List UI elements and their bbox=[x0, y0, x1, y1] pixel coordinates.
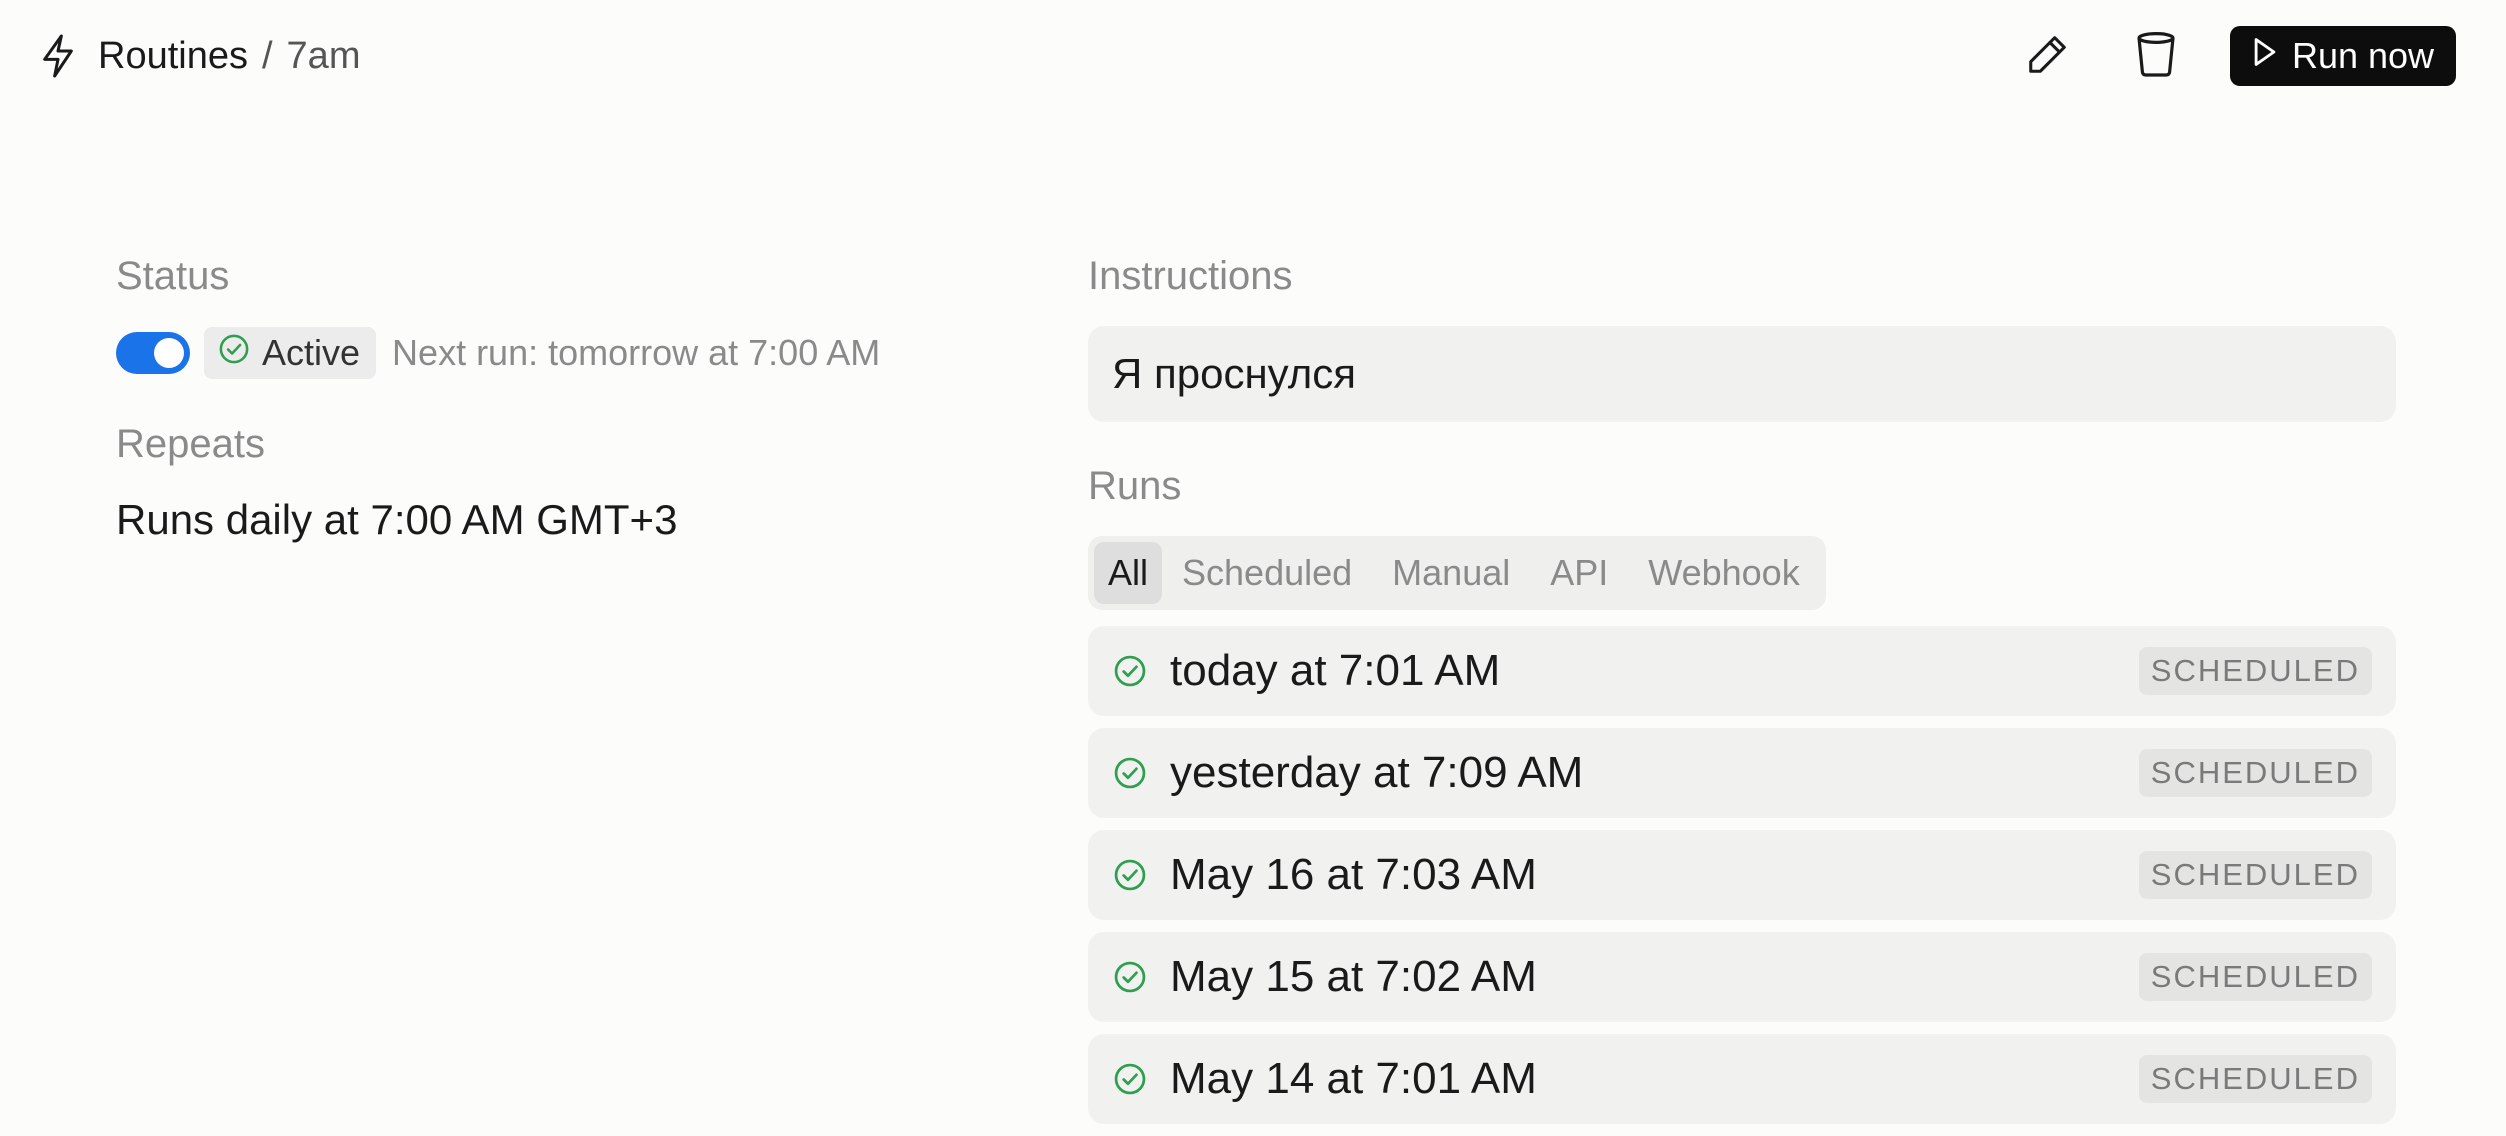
toggle-knob bbox=[154, 338, 184, 368]
breadcrumb-separator: / bbox=[261, 34, 273, 77]
run-trigger-badge: SCHEDULED bbox=[2138, 953, 2372, 1001]
check-circle-icon bbox=[1112, 1061, 1148, 1097]
run-time: yesterday at 7:09 AM bbox=[1170, 748, 1584, 797]
run-row[interactable]: today at 7:01 AM SCHEDULED bbox=[1088, 626, 2396, 716]
run-row[interactable]: May 15 at 7:02 AM SCHEDULED bbox=[1088, 932, 2396, 1022]
status-row: Active Next run: tomorrow at 7:00 AM bbox=[116, 327, 881, 379]
run-trigger-badge: SCHEDULED bbox=[2138, 1055, 2372, 1103]
status-badge: Active bbox=[204, 327, 377, 379]
check-circle-icon bbox=[218, 332, 250, 374]
lightning-bolt-icon bbox=[38, 30, 84, 82]
check-circle-icon bbox=[1112, 959, 1148, 995]
breadcrumb-current: 7am bbox=[286, 34, 361, 77]
run-row[interactable]: May 14 at 7:01 AM SCHEDULED bbox=[1088, 1034, 2396, 1124]
instructions-text: Я проснулся bbox=[1112, 350, 1356, 397]
runs-filter-tabs: All Scheduled Manual API Webhook bbox=[1088, 536, 1826, 610]
run-trigger-badge: SCHEDULED bbox=[2138, 749, 2372, 797]
repeats-label: Repeats bbox=[116, 422, 265, 466]
run-time: May 15 at 7:02 AM bbox=[1170, 952, 1537, 1001]
filter-tab-manual[interactable]: Manual bbox=[1372, 542, 1530, 604]
status-badge-label: Active bbox=[262, 332, 361, 373]
status-label: Status bbox=[116, 254, 230, 298]
status-toggle[interactable] bbox=[116, 332, 190, 374]
routine-detail-page: Routines / 7am Run now Status Active Nex… bbox=[0, 0, 2506, 1136]
filter-tab-all[interactable]: All bbox=[1094, 542, 1163, 604]
trash-can-icon bbox=[2134, 30, 2178, 83]
run-row[interactable]: May 16 at 7:03 AM SCHEDULED bbox=[1088, 830, 2396, 920]
check-circle-icon bbox=[1112, 653, 1148, 689]
run-time: May 14 at 7:01 AM bbox=[1170, 1054, 1537, 1103]
runs-list: today at 7:01 AM SCHEDULED yesterday at … bbox=[1088, 626, 2396, 1136]
filter-tab-scheduled[interactable]: Scheduled bbox=[1162, 542, 1372, 604]
check-circle-icon bbox=[1112, 857, 1148, 893]
play-icon bbox=[2252, 35, 2278, 77]
next-run-text: Next run: tomorrow at 7:00 AM bbox=[392, 332, 881, 373]
pencil-icon bbox=[2025, 31, 2071, 82]
filter-tab-webhook[interactable]: Webhook bbox=[1628, 542, 1819, 604]
repeats-value: Runs daily at 7:00 AM GMT+3 bbox=[116, 496, 678, 543]
breadcrumb: Routines / 7am bbox=[38, 30, 360, 82]
header: Routines / 7am Run now bbox=[0, 0, 2506, 112]
instructions-box[interactable]: Я проснулся bbox=[1088, 326, 2396, 422]
run-row[interactable]: yesterday at 7:09 AM SCHEDULED bbox=[1088, 728, 2396, 818]
runs-label: Runs bbox=[1088, 464, 1182, 508]
run-trigger-badge: SCHEDULED bbox=[2138, 647, 2372, 695]
run-now-button[interactable]: Run now bbox=[2230, 26, 2456, 86]
check-circle-icon bbox=[1112, 755, 1148, 791]
filter-tab-api[interactable]: API bbox=[1530, 542, 1628, 604]
run-time: May 16 at 7:03 AM bbox=[1170, 850, 1537, 899]
run-time: today at 7:01 AM bbox=[1170, 646, 1501, 695]
delete-button[interactable] bbox=[2128, 28, 2184, 84]
run-trigger-badge: SCHEDULED bbox=[2138, 851, 2372, 899]
instructions-label: Instructions bbox=[1088, 254, 1293, 298]
run-now-label: Run now bbox=[2291, 35, 2435, 76]
edit-button[interactable] bbox=[2020, 28, 2076, 84]
breadcrumb-root-link[interactable]: Routines bbox=[98, 35, 248, 78]
